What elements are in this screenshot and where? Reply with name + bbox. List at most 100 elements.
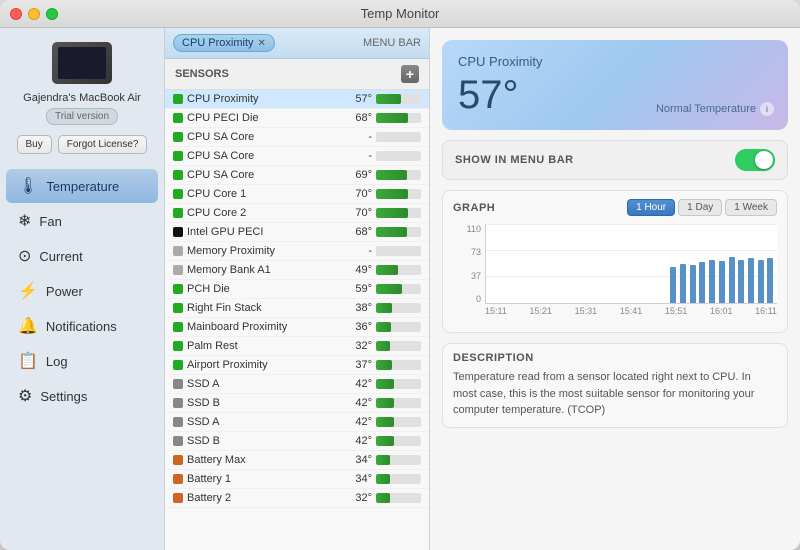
sensor-row[interactable]: Mainboard Proximity36°: [165, 318, 429, 337]
sensor-row[interactable]: CPU SA Core69°: [165, 166, 429, 185]
menu-bar-toggle[interactable]: [735, 149, 775, 171]
sensor-name-label: Battery 2: [187, 492, 340, 504]
sensor-row[interactable]: CPU SA Core-: [165, 128, 429, 147]
sensor-row[interactable]: Battery 134°: [165, 470, 429, 489]
right-panel: CPU Proximity 57° Normal Temperature i S…: [430, 28, 800, 550]
forgot-license-button[interactable]: Forgot License?: [58, 135, 148, 154]
sensor-value-label: 59°: [344, 283, 372, 295]
sensor-bar-graph: [376, 303, 421, 313]
graph-y-0: 0: [476, 294, 481, 304]
sidebar-item-notifications[interactable]: 🔔Notifications: [6, 309, 158, 343]
sensor-row[interactable]: Palm Rest32°: [165, 337, 429, 356]
menu-bar-toggle-row: SHOW IN MENU BAR: [442, 140, 788, 180]
sensor-bar-fill: [376, 493, 390, 503]
sensor-row[interactable]: Memory Proximity-: [165, 242, 429, 261]
sensor-bar-fill: [376, 189, 408, 199]
sidebar-label-fan: Fan: [39, 214, 61, 229]
sensor-row[interactable]: Right Fin Stack38°: [165, 299, 429, 318]
sidebar-item-fan[interactable]: ❄Fan: [6, 204, 158, 238]
sensor-name-label: CPU SA Core: [187, 169, 340, 181]
sensor-bar-graph: [376, 398, 421, 408]
current-icon: ⊙: [18, 246, 31, 266]
time-1week-button[interactable]: 1 Week: [725, 199, 777, 216]
sidebar-item-settings[interactable]: ⚙Settings: [6, 379, 158, 413]
time-1day-button[interactable]: 1 Day: [678, 199, 722, 216]
sensor-name-label: CPU SA Core: [187, 150, 340, 162]
sensor-list: CPU Proximity57°CPU PECI Die68°CPU SA Co…: [165, 90, 429, 550]
sensor-color-dot: [173, 322, 183, 332]
graph-area: [485, 224, 777, 304]
sensor-row[interactable]: CPU Core 2 70°: [165, 204, 429, 223]
graph-bar: [738, 260, 744, 303]
selected-sensor-chip[interactable]: CPU Proximity ✕: [173, 34, 275, 52]
sensor-row[interactable]: CPU PECI Die68°: [165, 109, 429, 128]
sensor-bar-fill: [376, 303, 392, 313]
buy-button[interactable]: Buy: [17, 135, 52, 154]
sensor-color-dot: [173, 246, 183, 256]
sensor-bar-graph: [376, 151, 421, 161]
sensor-value-label: 32°: [344, 340, 372, 352]
sensor-name-label: Airport Proximity: [187, 359, 340, 371]
app-window: Temp Monitor Gajendra's MacBook Air Tria…: [0, 0, 800, 550]
sensor-name-label: CPU Core 2: [187, 207, 340, 219]
sidebar-label-current: Current: [39, 249, 82, 264]
sensor-row[interactable]: PCH Die59°: [165, 280, 429, 299]
sensor-name-label: CPU Proximity: [187, 93, 340, 105]
notifications-icon: 🔔: [18, 316, 38, 336]
sensor-row[interactable]: CPU Core 170°: [165, 185, 429, 204]
device-name: Gajendra's MacBook Air: [23, 92, 141, 104]
info-icon[interactable]: i: [760, 102, 774, 116]
sensor-color-dot: [173, 493, 183, 503]
sensor-color-dot: [173, 303, 183, 313]
remove-chip-icon[interactable]: ✕: [258, 38, 266, 49]
sensor-row[interactable]: Battery 2 32°: [165, 489, 429, 508]
close-button[interactable]: [10, 8, 22, 20]
sensor-row[interactable]: Battery Max34°: [165, 451, 429, 470]
sensor-bar-graph: [376, 265, 421, 275]
sensor-bar-graph: [376, 379, 421, 389]
sidebar-item-power[interactable]: ⚡Power: [6, 274, 158, 308]
time-1hour-button[interactable]: 1 Hour: [627, 199, 675, 216]
sensor-row[interactable]: Airport Proximity37°: [165, 356, 429, 375]
graph-bar: [670, 267, 676, 303]
sensor-row[interactable]: CPU SA Core-: [165, 147, 429, 166]
sensor-row[interactable]: Intel GPU PECI68°: [165, 223, 429, 242]
graph-y-110: 110: [467, 224, 481, 234]
graph-x-1601: 16:01: [710, 306, 733, 324]
sensor-name-label: SSD B: [187, 435, 340, 447]
sensor-row[interactable]: SSD A42°: [165, 375, 429, 394]
sensor-row[interactable]: SSD A 42°: [165, 413, 429, 432]
detail-sensor-name: CPU Proximity: [458, 54, 772, 69]
sensor-value-label: 32°: [344, 492, 372, 504]
sensor-color-dot: [173, 151, 183, 161]
sensor-bar-graph: [376, 474, 421, 484]
sensor-value-label: 49°: [344, 264, 372, 276]
sensor-color-dot: [173, 208, 183, 218]
graph-label: GRAPH: [453, 202, 495, 214]
sensor-color-dot: [173, 398, 183, 408]
sensor-name-label: SSD A: [187, 416, 340, 428]
sensor-value-label: 34°: [344, 454, 372, 466]
sensor-row[interactable]: SSD B42°: [165, 394, 429, 413]
sensor-row[interactable]: SSD B42°: [165, 432, 429, 451]
sensor-value-label: 70°: [344, 207, 372, 219]
minimize-button[interactable]: [28, 8, 40, 20]
sensor-bar-fill: [376, 284, 402, 294]
sidebar-item-log[interactable]: 📋Log: [6, 344, 158, 378]
add-sensor-button[interactable]: +: [401, 65, 419, 83]
sensor-row[interactable]: CPU Proximity57°: [165, 90, 429, 109]
sensor-bar-graph: [376, 322, 421, 332]
sensor-color-dot: [173, 132, 183, 142]
sensor-row[interactable]: Memory Bank A149°: [165, 261, 429, 280]
maximize-button[interactable]: [46, 8, 58, 20]
sensor-bar-fill: [376, 208, 408, 218]
sensor-bar-fill: [376, 322, 391, 332]
sidebar-item-temperature[interactable]: 🌡Temperature: [6, 169, 158, 203]
sidebar-item-current[interactable]: ⊙ Current: [6, 239, 158, 273]
sensor-value-label: 42°: [344, 416, 372, 428]
graph-x-axis: 15:11 15:21 15:31 15:41 15:51 16:01 16:1…: [485, 306, 777, 324]
sidebar: Gajendra's MacBook Air Trial version Buy…: [0, 28, 165, 550]
graph-bar: [758, 260, 764, 303]
sensor-bar-fill: [376, 227, 407, 237]
graph-x-1511: 15:11: [485, 306, 507, 324]
